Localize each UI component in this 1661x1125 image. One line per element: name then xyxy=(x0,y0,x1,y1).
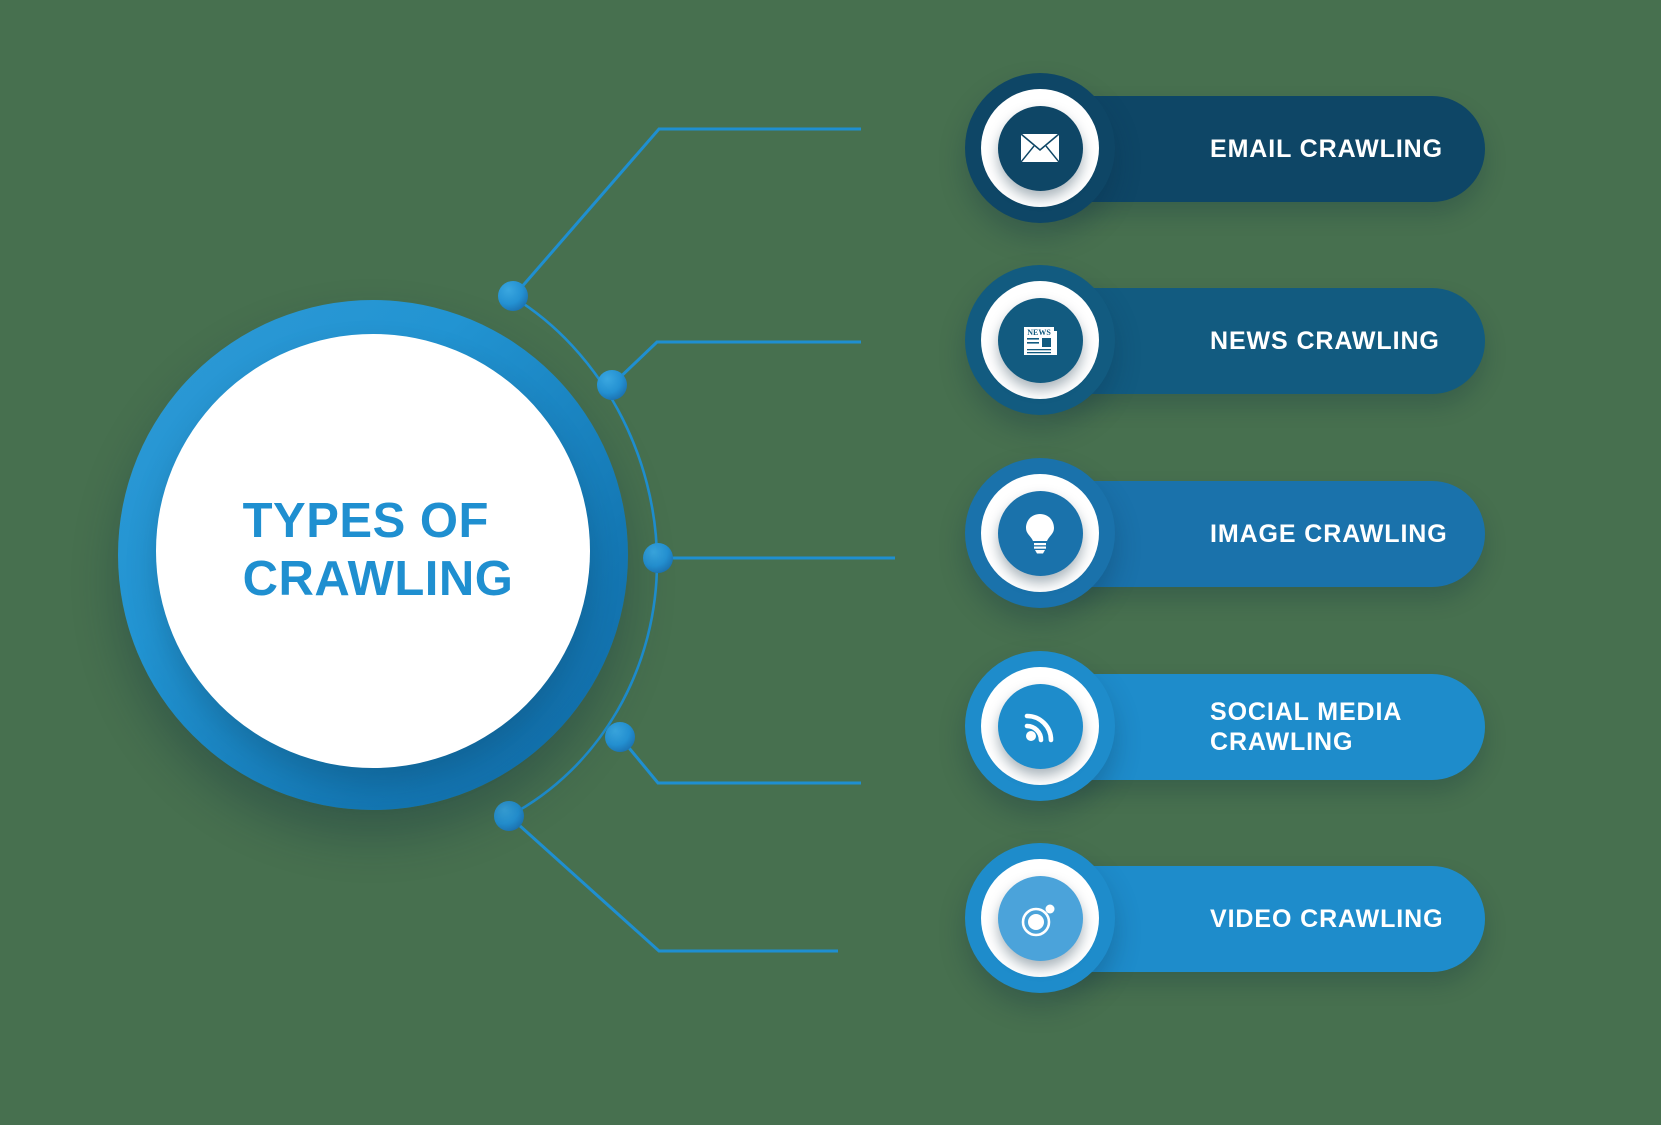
item-label-social-media: SOCIAL MEDIA CRAWLING xyxy=(1210,697,1403,757)
rss-signal-icon xyxy=(1024,713,1054,743)
hub-inner-disc: TYPES OF CRAWLING xyxy=(156,334,590,768)
connector-line-5 xyxy=(507,814,838,953)
newspaper-icon: NEWS xyxy=(1024,327,1057,355)
envelope-icon xyxy=(1020,133,1060,163)
item-badge-social-media[interactable] xyxy=(965,651,1115,801)
center-hub: TYPES OF CRAWLING xyxy=(118,300,628,810)
svg-text:NEWS: NEWS xyxy=(1027,328,1051,337)
item-label-image: IMAGE CRAWLING xyxy=(1210,519,1448,548)
badge-core xyxy=(997,683,1083,769)
badge-core xyxy=(997,105,1083,191)
connector-line-2 xyxy=(610,340,861,387)
connector-line-4 xyxy=(618,736,861,785)
badge-white-ring: NEWS xyxy=(981,281,1099,399)
item-badge-video[interactable] xyxy=(965,843,1115,993)
connector-line-1 xyxy=(511,127,861,298)
infographic-canvas: TYPES OF CRAWLING EMAIL CRAWLING NEWS CR… xyxy=(0,0,1661,1125)
item-label-email: EMAIL CRAWLING xyxy=(1210,134,1443,163)
page-title: TYPES OF CRAWLING xyxy=(242,494,514,606)
item-badge-image[interactable] xyxy=(965,458,1115,608)
item-label-video: VIDEO CRAWLING xyxy=(1210,904,1444,933)
connector-node-3 xyxy=(643,543,673,573)
item-badge-news[interactable]: NEWS xyxy=(965,265,1115,415)
badge-core xyxy=(997,490,1083,576)
badge-white-ring xyxy=(981,859,1099,977)
badge-core xyxy=(997,875,1083,961)
badge-white-ring xyxy=(981,89,1099,207)
item-label-news: NEWS CRAWLING xyxy=(1210,326,1440,355)
badge-white-ring xyxy=(981,474,1099,592)
item-badge-email[interactable] xyxy=(965,73,1115,223)
badge-core: NEWS xyxy=(997,297,1083,383)
camera-lens-icon xyxy=(1021,904,1055,937)
badge-white-ring xyxy=(981,667,1099,785)
lightbulb-icon xyxy=(1026,514,1054,554)
